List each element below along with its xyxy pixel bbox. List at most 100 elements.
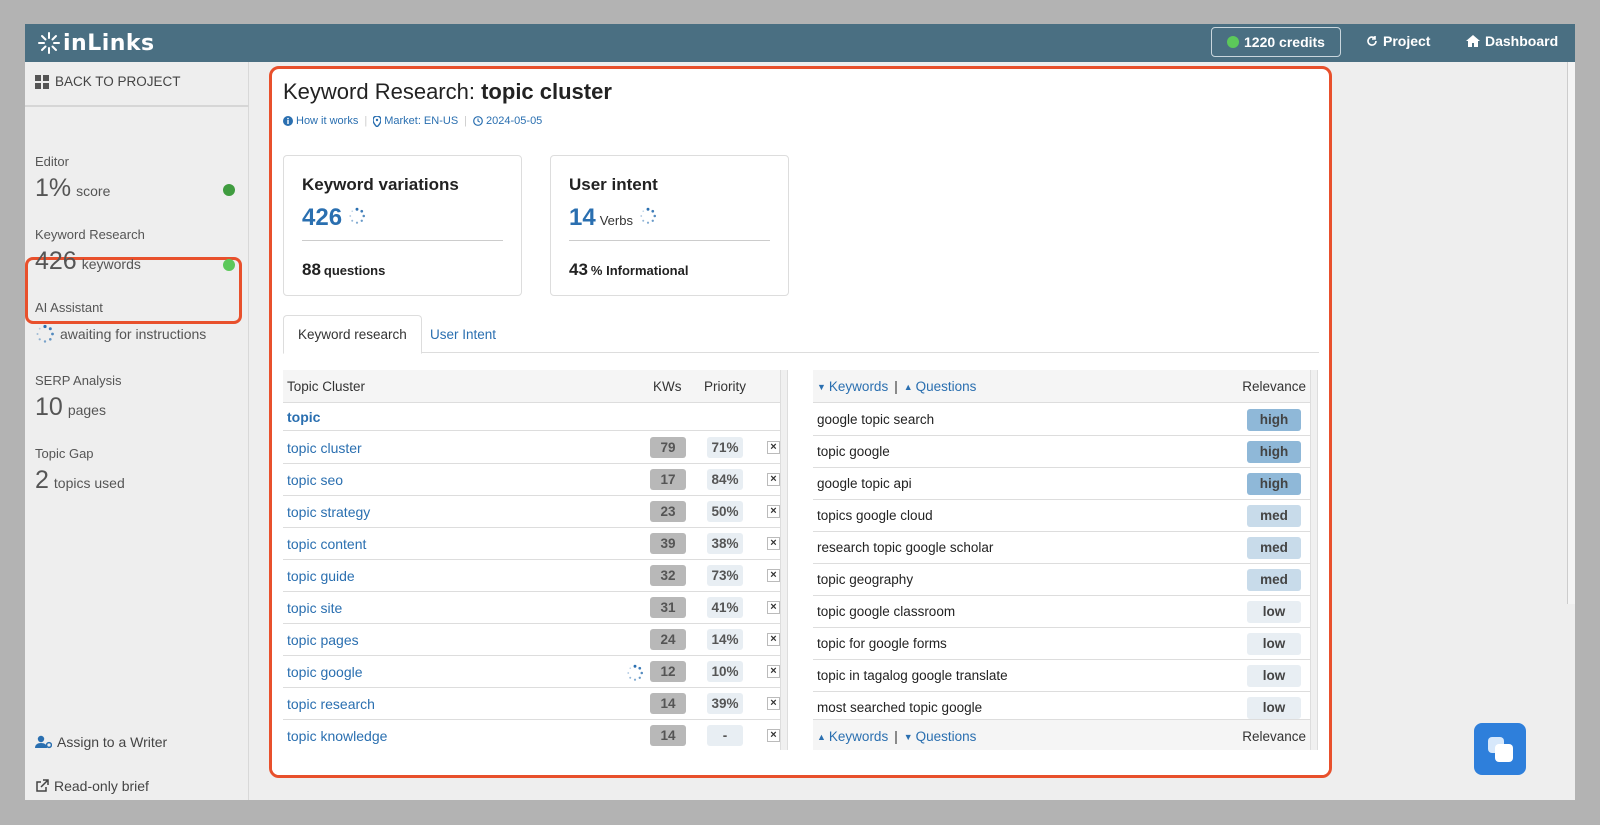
- sidebar-item-keyword-research[interactable]: Keyword Research 426 keywords: [35, 227, 235, 276]
- col-relevance[interactable]: Relevance: [1242, 379, 1306, 394]
- keywords-sort-link[interactable]: Keywords: [829, 729, 888, 744]
- tab-keyword-research[interactable]: Keyword research: [283, 315, 422, 354]
- bottom-fade: [272, 749, 1329, 775]
- keyword-text: topic in tagalog google translate: [817, 668, 1008, 683]
- keyword-text: research topic google scholar: [817, 540, 994, 555]
- topic-link[interactable]: topic knowledge: [287, 728, 387, 744]
- priority-value: -: [707, 725, 743, 746]
- topic-link[interactable]: topic google: [287, 664, 363, 680]
- col-topic-cluster[interactable]: Topic Cluster: [287, 379, 365, 394]
- remove-button[interactable]: ×: [767, 633, 780, 646]
- nav-dashboard[interactable]: Dashboard: [1466, 33, 1558, 49]
- remove-button[interactable]: ×: [767, 569, 780, 582]
- col-kws[interactable]: KWs: [653, 379, 682, 394]
- sidebar-item-label: Keyword Research: [35, 227, 145, 242]
- topic-link[interactable]: topic seo: [287, 472, 343, 488]
- remove-button[interactable]: ×: [767, 601, 780, 614]
- page-scrollbar[interactable]: [1567, 62, 1575, 604]
- keywords-sort-link[interactable]: Keywords: [829, 379, 888, 394]
- remove-button[interactable]: ×: [767, 729, 780, 742]
- table-row[interactable]: google topic api high: [813, 468, 1310, 500]
- table-footer-header: ▲ Keywords | ▼ Questions Relevance: [813, 719, 1310, 750]
- assign-writer-link[interactable]: Assign to a Writer: [35, 734, 167, 750]
- info-icon: [283, 116, 293, 126]
- questions-sort-link[interactable]: Questions: [916, 379, 977, 394]
- header-separator: |: [894, 379, 898, 394]
- remove-button[interactable]: ×: [767, 537, 780, 550]
- credits-badge[interactable]: 1220 credits: [1211, 27, 1341, 57]
- table-row[interactable]: topic google high: [813, 436, 1310, 468]
- questions-sort-link[interactable]: Questions: [916, 729, 977, 744]
- loading-spinner-icon: [36, 324, 54, 343]
- keyword-text: google topic search: [817, 412, 935, 427]
- chat-button[interactable]: [1474, 723, 1526, 775]
- left-table-scrollbar[interactable]: [780, 370, 788, 750]
- table-row[interactable]: topic content 39 38% ×: [283, 528, 780, 560]
- remove-button[interactable]: ×: [767, 441, 780, 454]
- table-row[interactable]: topic google classroom low: [813, 596, 1310, 628]
- remove-button[interactable]: ×: [767, 473, 780, 486]
- remove-button[interactable]: ×: [767, 697, 780, 710]
- sidebar-item-ai-assistant[interactable]: AI Assistant awaiting for instructions: [35, 300, 235, 344]
- sidebar-item-editor[interactable]: Editor 1% score: [35, 154, 235, 203]
- topic-link[interactable]: topic cluster: [287, 440, 362, 456]
- keywords-table: ▼ Keywords | ▲ Questions Relevance googl…: [813, 370, 1319, 750]
- remove-button[interactable]: ×: [767, 665, 780, 678]
- caret-down-icon: ▼: [903, 731, 913, 742]
- date-link[interactable]: 2024-05-05: [473, 115, 542, 127]
- table-row[interactable]: topic for google forms low: [813, 628, 1310, 660]
- topic-link[interactable]: topic guide: [287, 568, 355, 584]
- table-row[interactable]: topics google cloud med: [813, 500, 1310, 532]
- remove-button[interactable]: ×: [767, 505, 780, 518]
- tab-user-intent[interactable]: User Intent: [416, 315, 510, 353]
- table-row[interactable]: topic in tagalog google translate low: [813, 660, 1310, 692]
- relevance-badge: high: [1247, 441, 1301, 463]
- group-row[interactable]: topic: [283, 403, 780, 431]
- topic-link[interactable]: topic site: [287, 600, 342, 616]
- verbs-label: Verbs: [599, 213, 633, 228]
- col-relevance[interactable]: Relevance: [1242, 729, 1306, 744]
- topic-link[interactable]: topic research: [287, 696, 375, 712]
- col-priority[interactable]: Priority: [704, 379, 746, 394]
- priority-value: 71%: [707, 437, 743, 458]
- table-header: Topic Cluster KWs Priority: [283, 370, 780, 403]
- how-it-works-link[interactable]: How it works: [283, 115, 358, 127]
- sidebar-item-topic-gap[interactable]: Topic Gap 2 topics used: [35, 446, 235, 495]
- topic-link[interactable]: topic pages: [287, 632, 359, 648]
- table-row[interactable]: topic knowledge 14- ×: [283, 720, 780, 750]
- informational-percent: 43: [569, 260, 588, 279]
- keyword-text: topic google classroom: [817, 604, 956, 619]
- table-row[interactable]: topic pages 24 14% ×: [283, 624, 780, 656]
- loading-spinner-icon: [640, 207, 656, 224]
- table-row[interactable]: topic research 14 39% ×: [283, 688, 780, 720]
- table-row[interactable]: topic seo 17 84% ×: [283, 464, 780, 496]
- sidebar-item-serp-analysis[interactable]: SERP Analysis 10 pages: [35, 373, 235, 422]
- table-row[interactable]: topic cluster 79 71% ×: [283, 432, 780, 464]
- logo[interactable]: inLinks: [37, 30, 155, 56]
- keyword-count-value: 426: [35, 247, 77, 275]
- table-row[interactable]: topic google 12 10% ×: [283, 656, 780, 688]
- back-to-project-link[interactable]: BACK TO PROJECT: [35, 74, 181, 89]
- topic-link[interactable]: topic strategy: [287, 504, 370, 520]
- table-row[interactable]: google topic search high: [813, 404, 1310, 436]
- table-row[interactable]: topic guide 32 73% ×: [283, 560, 780, 592]
- nav-project[interactable]: Project: [1366, 33, 1430, 49]
- market-link[interactable]: Market: EN-US: [373, 115, 458, 127]
- loading-spinner-icon: [626, 664, 644, 687]
- kws-count: 79: [650, 437, 686, 458]
- keyword-research-status-dot: [223, 259, 235, 271]
- nav-dashboard-label: Dashboard: [1485, 33, 1559, 49]
- table-row[interactable]: topic geography med: [813, 564, 1310, 596]
- card-title: User intent: [569, 175, 658, 194]
- table-row[interactable]: research topic google scholar med: [813, 532, 1310, 564]
- table-row[interactable]: topic site 31 41% ×: [283, 592, 780, 624]
- priority-value: 73%: [707, 565, 743, 586]
- right-table-scrollbar[interactable]: [1310, 370, 1318, 750]
- relevance-badge: low: [1247, 697, 1301, 719]
- relevance-badge: high: [1247, 409, 1301, 431]
- table-row[interactable]: topic strategy 23 50% ×: [283, 496, 780, 528]
- header-separator: |: [894, 729, 898, 744]
- readonly-brief-link[interactable]: Read-only brief: [35, 778, 149, 794]
- topic-link[interactable]: topic content: [287, 536, 366, 552]
- kws-count: 32: [650, 565, 686, 586]
